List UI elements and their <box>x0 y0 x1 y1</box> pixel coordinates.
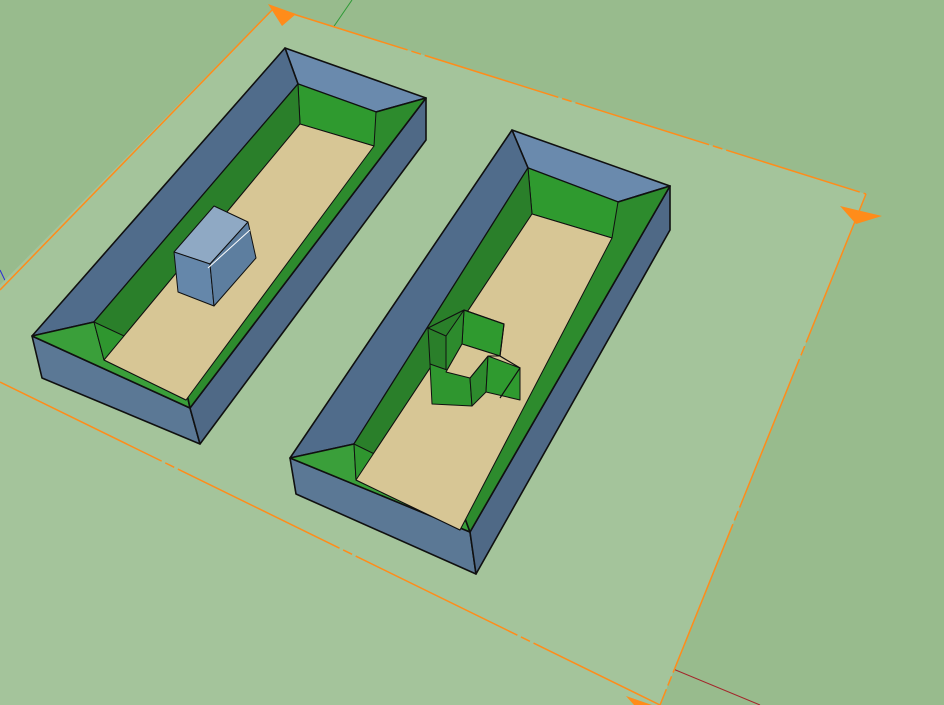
modeling-viewport[interactable] <box>0 0 944 705</box>
viewport-canvas[interactable] <box>0 0 944 705</box>
